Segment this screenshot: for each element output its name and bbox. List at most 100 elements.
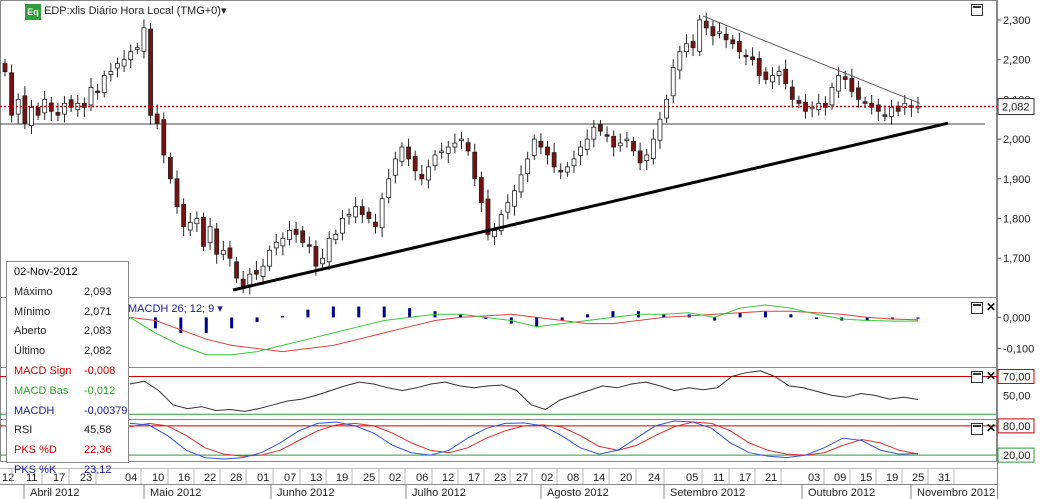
caret-down-icon[interactable]: ▾ (217, 303, 223, 315)
info-label: MACDH (14, 404, 55, 417)
macdh-bar (916, 317, 920, 319)
candle-body (154, 113, 160, 124)
price-candle (750, 47, 756, 66)
candle-body (551, 152, 557, 168)
candle-body (710, 26, 716, 37)
price-candle (115, 57, 120, 78)
macdh-bar (204, 317, 208, 333)
close-rsi-pane-icon[interactable]: ✕ (986, 370, 996, 382)
info-label: RSI (14, 424, 33, 437)
macdh-bar (738, 312, 742, 318)
info-row-pks-d: PKS %D 22,36 (14, 441, 128, 459)
x-day-label: 25 (363, 472, 375, 484)
price-candle (505, 194, 511, 220)
maximize-price-pane-button[interactable] (971, 4, 983, 16)
candle-body (194, 218, 200, 225)
price-candle (373, 213, 378, 234)
chart-title-text: EDP:xlis Diário Hora Local (TMG+0) (44, 5, 221, 17)
chart-title[interactable]: EDP:xlis Diário Hora Local (TMG+0)▾ (44, 4, 227, 17)
macdh-bar (331, 306, 335, 318)
candle-body (730, 39, 736, 45)
x-day-label: 24 (648, 472, 660, 484)
macd-pane-label[interactable]: MACDH 26; 12; 9 ▾ (128, 302, 223, 315)
macd-tick-label: 0,000 (1003, 312, 1031, 324)
macdh-bar (763, 311, 767, 318)
price-candle (399, 142, 405, 167)
info-value: -0,00379 (84, 404, 128, 417)
price-candle (353, 197, 359, 223)
macd-signal-line (129, 310, 919, 353)
candle-body (2, 63, 8, 72)
price-candle (697, 15, 703, 57)
price-candle (650, 129, 656, 165)
price-candle (604, 126, 610, 143)
candle-body (167, 156, 173, 180)
candle-body (22, 95, 28, 124)
candle-body (161, 119, 167, 156)
price-candle (386, 169, 392, 204)
info-label: MACD Bas (14, 384, 69, 397)
x-day-label: 06 (416, 472, 428, 484)
price-candle (478, 171, 484, 213)
x-day-label: 15 (860, 472, 872, 484)
info-value: 2,071 (84, 305, 112, 318)
price-candle (333, 229, 339, 245)
info-value: 2,082 (84, 345, 112, 358)
candle-body (591, 126, 597, 140)
macdh-bar (814, 317, 818, 319)
candle-body (717, 31, 722, 34)
close-macd-pane-icon[interactable]: ✕ (986, 301, 996, 313)
pane-frame-2 (0, 367, 997, 420)
maximize-rsi-pane-button[interactable] (971, 371, 983, 383)
candle-body (181, 203, 187, 227)
price-candle (280, 232, 286, 256)
candle-body (359, 206, 365, 215)
candle-body (829, 87, 835, 106)
info-row-macd-sign: MACD Sign -0,008 (14, 362, 128, 380)
candle-body (770, 75, 775, 83)
caret-down-icon[interactable]: ▾ (221, 5, 227, 17)
candle-body (220, 249, 226, 255)
candle-body (505, 202, 511, 213)
candle-body (247, 273, 253, 286)
price-tick-label: 2,300 (1003, 15, 1031, 27)
price-candle (68, 95, 74, 113)
price-candle (829, 82, 835, 110)
price-candle (915, 96, 921, 114)
price-candle (128, 44, 134, 68)
macdh-bar (789, 314, 793, 318)
candle-body (254, 270, 259, 275)
candle-body (35, 106, 41, 116)
price-candle (22, 86, 28, 130)
price-candle (194, 211, 200, 233)
info-value: 2,083 (84, 325, 112, 338)
price-candle (445, 141, 451, 163)
candle-body (518, 174, 524, 193)
candle-body (340, 218, 345, 234)
candle-body (796, 100, 802, 104)
info-value: 2,093 (84, 285, 112, 298)
close-pks-pane-icon[interactable]: ✕ (986, 422, 996, 434)
price-candle (551, 143, 557, 173)
candle-body (849, 77, 855, 92)
x-month-label: Novembro 2012 (917, 487, 995, 499)
price-candle (220, 240, 226, 261)
candle-body (882, 114, 888, 117)
candle-body (763, 71, 769, 80)
x-month-label: Junho 2012 (277, 487, 335, 499)
price-candle (320, 248, 325, 270)
candle-body (684, 43, 689, 53)
price-candle (167, 152, 173, 184)
price-candle (617, 133, 623, 152)
price-candle (895, 101, 901, 117)
candle-body (326, 237, 332, 263)
price-candle (730, 35, 736, 49)
candle-body (783, 68, 789, 84)
maximize-pks-pane-button[interactable] (971, 423, 983, 435)
maximize-macd-pane-button[interactable] (971, 302, 983, 314)
candle-body (280, 237, 286, 247)
price-candle (181, 198, 187, 236)
candle-body (889, 106, 894, 117)
price-candle (710, 20, 716, 46)
price-candle (187, 212, 193, 236)
